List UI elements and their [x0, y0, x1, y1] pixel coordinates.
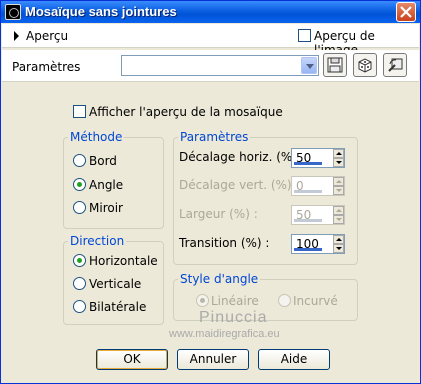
- corner-curved-label[interactable]: Incurvé: [293, 294, 338, 308]
- chevron-down-icon[interactable]: [301, 57, 317, 74]
- window-title: Mosaïque sans jointures: [25, 4, 177, 19]
- transition-spinner[interactable]: 100: [291, 234, 345, 254]
- transition-label: Transition (%) :: [179, 236, 270, 250]
- spin-up-icon[interactable]: [333, 235, 344, 244]
- random-parameters-button[interactable]: [353, 53, 377, 77]
- dialog-window: Mosaïque sans jointures Aperçu Aperçu de…: [0, 0, 421, 384]
- direction-vertical-radio[interactable]: [73, 277, 86, 290]
- direction-horizontal-radio[interactable]: [73, 254, 86, 267]
- image-preview-checkbox[interactable]: [298, 29, 311, 42]
- method-group: Méthode Bord Angle Miroir: [63, 130, 164, 229]
- preset-dropdown[interactable]: [121, 55, 319, 76]
- direction-horizontal-label[interactable]: Horizontale: [89, 254, 158, 268]
- expand-arrow-icon[interactable]: [14, 31, 19, 41]
- watermark-url: www.maidiregrafica.eu: [169, 328, 280, 340]
- method-legend: Méthode: [68, 130, 125, 144]
- direction-group: Direction Horizontale Verticale Bilatéra…: [63, 234, 164, 325]
- close-button[interactable]: [396, 2, 416, 22]
- dice-icon: [358, 58, 372, 73]
- parameters-legend: Paramètres: [178, 130, 251, 144]
- spin-down-icon[interactable]: [333, 215, 344, 224]
- corner-style-legend: Style d'angle: [178, 272, 261, 286]
- corner-linear-radio[interactable]: [196, 294, 209, 307]
- method-edge-label[interactable]: Bord: [89, 154, 117, 168]
- spin-down-icon[interactable]: [333, 186, 344, 195]
- floppy-disk-icon: [327, 57, 343, 73]
- method-mirror-label[interactable]: Miroir: [89, 201, 123, 215]
- direction-vertical-label[interactable]: Verticale: [89, 277, 141, 291]
- help-button[interactable]: Aide: [258, 349, 330, 370]
- spin-up-icon[interactable]: [333, 206, 344, 215]
- spin-down-icon[interactable]: [333, 244, 344, 253]
- presets-bar: Paramètres: [2, 50, 419, 82]
- preview-bar: Aperçu Aperçu de l'image: [2, 24, 419, 57]
- presets-label: Paramètres: [12, 60, 81, 74]
- watermark-name: Pinuccia: [199, 309, 268, 326]
- save-preset-button[interactable]: [323, 53, 347, 77]
- width-label: Largeur (%) :: [179, 207, 258, 221]
- method-corner-label[interactable]: Angle: [89, 178, 123, 192]
- width-slider[interactable]: [294, 219, 322, 222]
- vertical-offset-slider[interactable]: [294, 190, 322, 193]
- app-icon: [5, 4, 21, 20]
- show-mosaic-preview-label[interactable]: Afficher l'aperçu de la mosaïque: [89, 105, 283, 119]
- vertical-offset-label: Décalage vert. (%) :: [179, 178, 300, 192]
- spin-down-icon[interactable]: [333, 158, 344, 167]
- title-bar[interactable]: Mosaïque sans jointures: [1, 1, 420, 23]
- close-icon: [400, 6, 412, 18]
- parameters-group: Paramètres Décalage horiz. (%) : 50 Déca…: [173, 130, 358, 265]
- transition-slider[interactable]: [294, 248, 322, 251]
- ok-button[interactable]: OK: [96, 349, 168, 370]
- method-edge-radio[interactable]: [73, 154, 86, 167]
- reset-button[interactable]: [383, 53, 407, 77]
- direction-bilateral-radio[interactable]: [73, 300, 86, 313]
- cancel-button[interactable]: Annuler: [177, 349, 249, 370]
- vertical-offset-spinner[interactable]: 0: [291, 176, 345, 196]
- width-spinner[interactable]: 50: [291, 205, 345, 225]
- show-mosaic-preview-checkbox[interactable]: [73, 105, 86, 118]
- horizontal-offset-spinner[interactable]: 50: [291, 148, 345, 168]
- horizontal-offset-label: Décalage horiz. (%) :: [179, 150, 305, 164]
- method-corner-radio[interactable]: [73, 178, 86, 191]
- method-mirror-radio[interactable]: [73, 201, 86, 214]
- corner-linear-label[interactable]: Linéaire: [211, 294, 259, 308]
- corner-curved-radio[interactable]: [278, 294, 291, 307]
- direction-legend: Direction: [68, 234, 127, 248]
- preview-label[interactable]: Aperçu: [26, 29, 68, 43]
- spin-up-icon[interactable]: [333, 177, 344, 186]
- spin-up-icon[interactable]: [333, 149, 344, 158]
- direction-bilateral-label[interactable]: Bilatérale: [89, 300, 146, 314]
- reset-icon: [388, 58, 403, 72]
- horizontal-offset-slider[interactable]: [294, 162, 322, 165]
